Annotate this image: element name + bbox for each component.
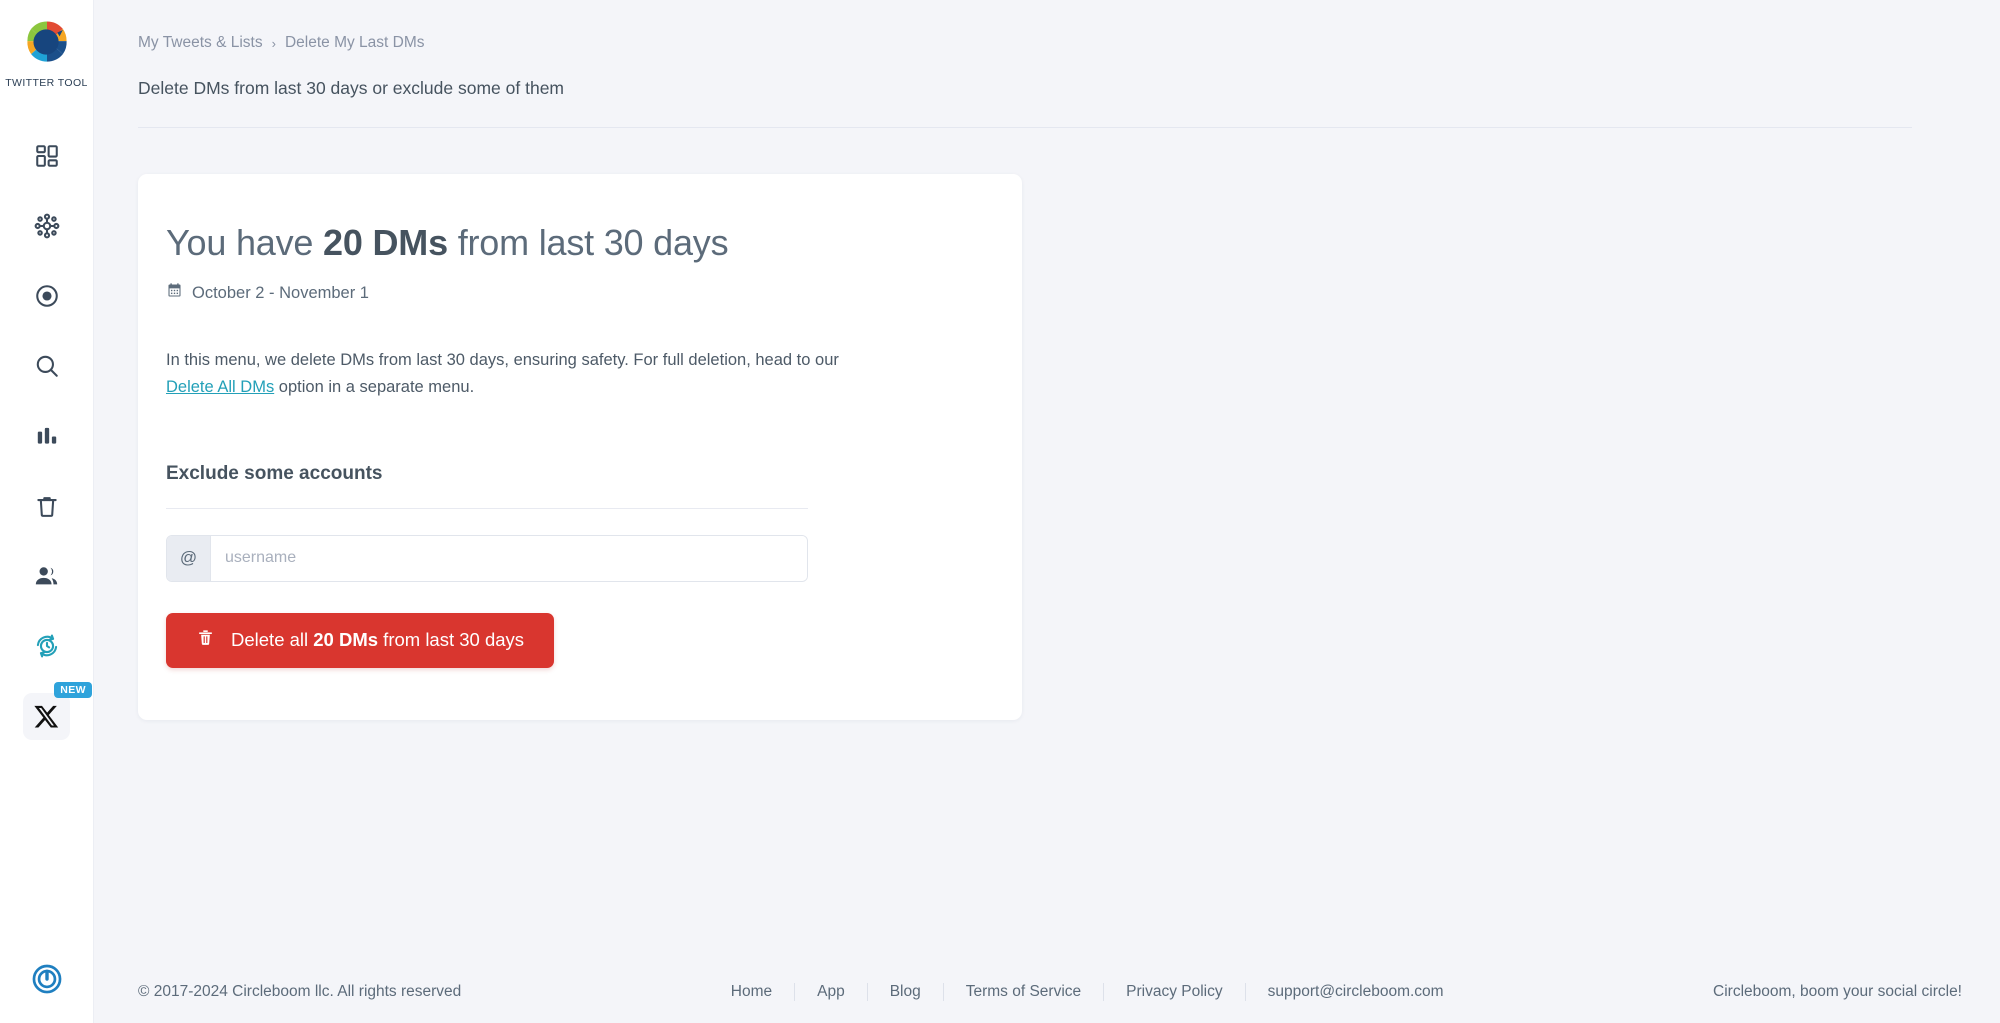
brand[interactable]: TWITTER TOOL <box>5 0 88 89</box>
target-circle-icon <box>34 283 60 309</box>
bar-chart-icon <box>34 423 60 449</box>
date-range-row: October 2 - November 1 <box>166 282 958 304</box>
brand-name: TWITTER TOOL <box>5 77 88 89</box>
people-icon <box>33 563 60 590</box>
delete-all-dms-button[interactable]: Delete all 20 DMs from last 30 days <box>166 612 555 668</box>
dm-delete-card: You have 20 DMs from last 30 days Octobe… <box>138 174 1022 720</box>
description-before: In this menu, we delete DMs from last 30… <box>166 351 839 369</box>
card-title-prefix: You have <box>166 222 324 263</box>
sidebar-item-delete[interactable] <box>0 471 93 541</box>
header-divider <box>138 127 1912 128</box>
footer-link-blog[interactable]: Blog <box>866 983 943 1001</box>
history-clock-icon <box>33 632 61 660</box>
sidebar-item-search[interactable] <box>0 331 93 401</box>
dashboard-grid-icon <box>34 143 60 169</box>
delete-label-before: Delete all <box>231 629 314 651</box>
sidebar-nav: NEW <box>0 121 93 751</box>
footer-tagline: Circleboom, boom your social circle! <box>1713 983 1962 1000</box>
footer-link-privacy[interactable]: Privacy Policy <box>1103 983 1244 1001</box>
breadcrumb: My Tweets & Lists › Delete My Last DMs <box>138 34 2000 52</box>
delete-all-dms-link[interactable]: Delete All DMs <box>166 378 274 396</box>
app-root: TWITTER TOOL NEW My Tweets & Lists › Del… <box>0 0 2000 1023</box>
description-after: option in a separate menu. <box>274 377 475 396</box>
power-logout-icon[interactable] <box>30 962 64 1001</box>
sidebar-item-target[interactable] <box>0 261 93 331</box>
x-logo-icon <box>33 703 60 730</box>
sidebar-item-analytics[interactable] <box>0 401 93 471</box>
breadcrumb-current: Delete My Last DMs <box>284 34 425 51</box>
search-icon <box>34 353 60 379</box>
exclude-section-title: Exclude some accounts <box>166 462 383 484</box>
sidebar: TWITTER TOOL NEW <box>0 0 94 1023</box>
footer-link-app[interactable]: App <box>794 983 867 1001</box>
network-hub-icon <box>34 213 60 239</box>
card-title-count: 20 DMs <box>323 222 448 263</box>
footer-link-support-email[interactable]: support@circleboom.com <box>1244 983 1466 1001</box>
exclude-username-group: @ <box>166 534 808 582</box>
at-symbol-icon: @ <box>167 535 211 581</box>
card-description: In this menu, we delete DMs from last 30… <box>166 347 856 401</box>
exclude-section-rule <box>166 507 808 509</box>
sidebar-item-x[interactable]: NEW <box>0 681 93 751</box>
circleboom-logo-icon <box>19 14 75 70</box>
footer-copyright: © 2017-2024 Circleboom llc. All rights r… <box>138 983 462 1000</box>
footer-link-terms[interactable]: Terms of Service <box>942 983 1103 1001</box>
chevron-right-icon: › <box>271 35 276 51</box>
sidebar-item-accounts[interactable] <box>0 541 93 611</box>
sidebar-item-dashboard[interactable] <box>0 121 93 191</box>
page-title: Delete DMs from last 30 days or exclude … <box>138 78 565 98</box>
card-title: You have 20 DMs from last 30 days <box>166 220 958 265</box>
footer-link-home[interactable]: Home <box>709 983 794 1001</box>
delete-button-label: Delete all 20 DMs from last 30 days <box>231 629 524 651</box>
trash-icon <box>196 628 215 652</box>
trash-icon <box>34 493 60 519</box>
breadcrumb-parent[interactable]: My Tweets & Lists <box>138 34 263 52</box>
new-badge: NEW <box>54 681 92 699</box>
exclude-username-input[interactable] <box>211 535 807 581</box>
date-range-text: October 2 - November 1 <box>192 283 369 302</box>
sidebar-item-scheduled[interactable] <box>0 611 93 681</box>
delete-label-after: from last 30 days <box>378 629 525 651</box>
content-area: My Tweets & Lists › Delete My Last DMs D… <box>94 0 2000 961</box>
main-content: My Tweets & Lists › Delete My Last DMs D… <box>94 0 2000 1023</box>
sidebar-bottom <box>0 962 93 1001</box>
calendar-icon <box>166 282 183 304</box>
sidebar-item-network[interactable] <box>0 191 93 261</box>
card-title-suffix: from last 30 days <box>447 222 729 263</box>
x-logo-tile[interactable]: NEW <box>23 681 92 740</box>
footer-links: Home App Blog Terms of Service Privacy P… <box>461 983 1713 1001</box>
footer: © 2017-2024 Circleboom llc. All rights r… <box>94 961 2000 1023</box>
delete-label-count: 20 DMs <box>313 629 379 651</box>
